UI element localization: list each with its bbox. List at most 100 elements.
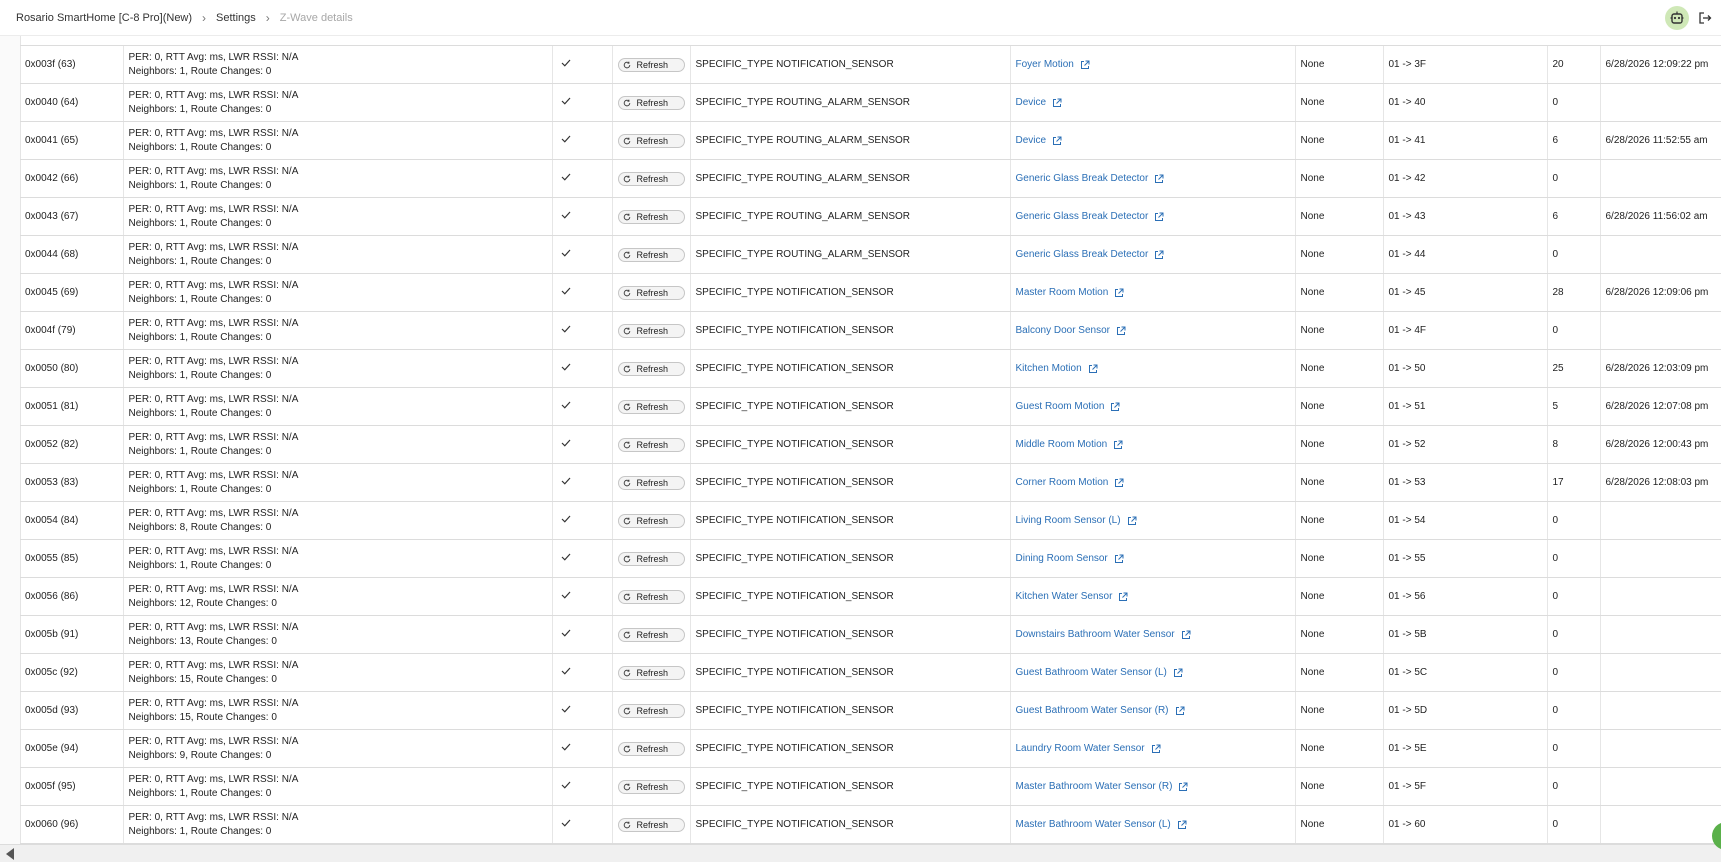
zwave-table-container[interactable]: 0x003f (63) PER: 0, RTT Avg: ms, LWR RSSI… [20,36,1721,844]
device-link[interactable]: Guest Bathroom Water Sensor (L) [1016,667,1183,678]
device-link[interactable]: Kitchen Water Sensor [1016,591,1129,602]
neighbors-line: Neighbors: 1, Route Changes: 0 [128,369,272,381]
external-link-icon [1114,478,1124,488]
table-row: 0x003f (63) PER: 0, RTT Avg: ms, LWR RSSI… [20,45,1721,84]
device-link[interactable]: Middle Room Motion [1016,439,1124,450]
table-row: 0x0051 (81) PER: 0, RTT Avg: ms, LWR RSSI… [20,387,1721,426]
refresh-button[interactable]: Refresh [617,95,685,110]
last-activity-time [1600,83,1721,122]
device-link[interactable]: Kitchen Motion [1016,363,1098,374]
refresh-button[interactable]: Refresh [617,779,685,794]
stats-line: PER: 0, RTT Avg: ms, LWR RSSI: N/A [128,659,299,671]
device-link[interactable]: Downstairs Bathroom Water Sensor [1016,629,1191,640]
device-link[interactable]: Guest Bathroom Water Sensor (R) [1016,705,1185,716]
device-type: SPECIFIC_TYPE NOTIFICATION_SENSOR [690,615,1011,654]
device-link[interactable]: Guest Room Motion [1016,401,1121,412]
security-value: None [1295,691,1384,730]
last-activity-time [1600,653,1721,692]
device-name: Device [1015,97,1047,108]
logout-icon[interactable] [1695,8,1715,28]
security-value: None [1295,805,1384,844]
refresh-cell: Refresh [612,729,691,768]
refresh-icon [623,555,631,563]
refresh-cell: Refresh [612,501,691,540]
stats-line: PER: 0, RTT Avg: ms, LWR RSSI: N/A [128,241,299,253]
external-link-icon [1173,668,1183,678]
refresh-button[interactable]: Refresh [617,627,685,642]
table-row: 0x005d (93) PER: 0, RTT Avg: ms, LWR RSSI… [20,691,1721,730]
refresh-button[interactable]: Refresh [617,741,685,756]
refresh-label: Refresh [636,287,669,298]
refresh-button[interactable]: Refresh [617,57,685,72]
left-scroll-strip [0,36,21,844]
refresh-button[interactable]: Refresh [617,399,685,414]
last-activity-time [1600,159,1721,198]
node-id: 0x0040 (64) [20,83,124,122]
top-bar: Rosario SmartHome [C-8 Pro](New) › Setti… [0,0,1721,36]
device-link[interactable]: Generic Glass Break Detector [1016,173,1165,184]
device-link[interactable]: Master Room Motion [1016,287,1125,298]
last-activity-time [1600,615,1721,654]
message-count: 25 [1547,349,1601,388]
device-link-cell: Dining Room Sensor [1010,539,1296,578]
device-link[interactable]: Corner Room Motion [1016,477,1125,488]
robot-icon[interactable] [1665,6,1689,30]
refresh-button[interactable]: Refresh [617,285,685,300]
refresh-label: Refresh [636,249,669,260]
node-stats: PER: 0, RTT Avg: ms, LWR RSSI: N/A Neighb… [123,539,553,578]
device-link[interactable]: Device [1016,135,1063,146]
node-stats: PER: 0, RTT Avg: ms, LWR RSSI: N/A Neighb… [123,197,553,236]
refresh-button[interactable]: Refresh [617,703,685,718]
neighbors-line: Neighbors: 1, Route Changes: 0 [128,825,272,837]
node-stats: PER: 0, RTT Avg: ms, LWR RSSI: N/A Neighb… [123,121,553,160]
device-link[interactable]: Generic Glass Break Detector [1016,249,1165,260]
refresh-button[interactable]: Refresh [617,171,685,186]
horizontal-scrollbar[interactable] [0,844,1721,862]
refresh-cell: Refresh [612,653,691,692]
device-link[interactable]: Generic Glass Break Detector [1016,211,1165,222]
refresh-button[interactable]: Refresh [617,665,685,680]
breadcrumb-settings[interactable]: Settings [216,12,256,24]
device-name: Guest Bathroom Water Sensor (R) [1015,705,1169,716]
device-link[interactable]: Foyer Motion [1016,59,1090,70]
device-link[interactable]: Balcony Door Sensor [1016,325,1127,336]
refresh-button[interactable]: Refresh [617,513,685,528]
device-type: SPECIFIC_TYPE NOTIFICATION_SENSOR [690,729,1011,768]
refresh-cell: Refresh [612,235,691,274]
neighbors-line: Neighbors: 1, Route Changes: 0 [128,407,272,419]
refresh-button[interactable]: Refresh [617,437,685,452]
device-link[interactable]: Dining Room Sensor [1016,553,1124,564]
refresh-button[interactable]: Refresh [617,589,685,604]
chevron-right-icon: › [202,11,207,25]
node-id: 0x005e (94) [20,729,124,768]
device-link[interactable]: Living Room Sensor (L) [1016,515,1137,526]
table-row: 0x004f (79) PER: 0, RTT Avg: ms, LWR RSSI… [20,311,1721,350]
last-activity-time: 6/28/2026 11:56:02 am [1600,197,1721,236]
refresh-button[interactable]: Refresh [617,247,685,262]
refresh-button[interactable]: Refresh [617,551,685,566]
node-stats: PER: 0, RTT Avg: ms, LWR RSSI: N/A Neighb… [123,463,553,502]
stats-line: PER: 0, RTT Avg: ms, LWR RSSI: N/A [128,165,299,177]
refresh-button[interactable]: Refresh [617,323,685,338]
route-value: 01 -> 56 [1383,577,1548,616]
refresh-button[interactable]: Refresh [617,475,685,490]
device-type: SPECIFIC_TYPE ROUTING_ALARM_SENSOR [690,121,1011,160]
breadcrumb-hub[interactable]: Rosario SmartHome [C-8 Pro](New) [16,12,192,24]
security-value: None [1295,273,1384,312]
refresh-button[interactable]: Refresh [617,817,685,832]
refresh-button[interactable]: Refresh [617,133,685,148]
message-count: 20 [1547,45,1601,84]
device-link[interactable]: Master Bathroom Water Sensor (L) [1016,819,1187,830]
scroll-left-icon[interactable] [6,848,14,860]
message-count: 0 [1547,83,1601,122]
refresh-button[interactable]: Refresh [617,209,685,224]
refresh-button[interactable]: Refresh [617,361,685,376]
check-icon [552,311,613,350]
device-link[interactable]: Laundry Room Water Sensor [1016,743,1161,754]
device-link[interactable]: Device [1016,97,1063,108]
device-name: Device [1015,135,1047,146]
device-link[interactable]: Master Bathroom Water Sensor (R) [1016,781,1189,792]
device-name: Generic Glass Break Detector [1015,173,1149,184]
node-id: 0x0045 (69) [20,273,124,312]
message-count: 8 [1547,425,1601,464]
